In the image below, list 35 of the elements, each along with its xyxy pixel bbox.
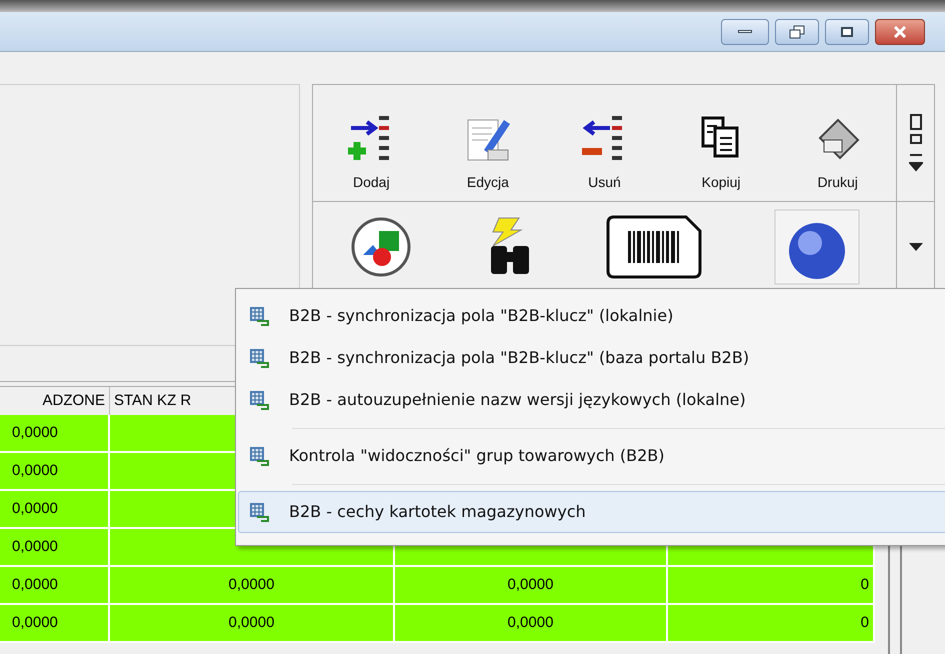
menu-item[interactable]: B2B - synchronizacja pola "B2B-klucz" (lokalnie) bbox=[238, 295, 945, 337]
restore-icon[interactable] bbox=[775, 18, 819, 44]
toolbar-button[interactable]: Edycja bbox=[460, 114, 516, 193]
menu-item[interactable]: Kontrola "widoczności" grup towarowych (B2B) bbox=[238, 435, 945, 477]
minimize-icon[interactable] bbox=[721, 18, 769, 44]
toolbar-button[interactable]: Usuń bbox=[576, 114, 632, 193]
table-cell-text: 0,0000 bbox=[508, 612, 554, 633]
puzzle-grid-icon bbox=[249, 390, 269, 410]
table-cell-text: 0,0000 bbox=[12, 498, 58, 519]
layout-icon[interactable] bbox=[908, 112, 922, 173]
menu-item[interactable]: B2B - cechy kartotek magazynowych bbox=[238, 491, 945, 533]
puzzle-grid-icon bbox=[249, 446, 269, 466]
toolbar-button[interactable]: Kopiuj bbox=[693, 114, 750, 193]
table-cell-text: 0,0000 bbox=[508, 574, 554, 595]
puzzle-grid-icon bbox=[249, 502, 269, 522]
close-icon[interactable] bbox=[875, 18, 925, 44]
table-cell-text: 0 bbox=[860, 612, 869, 633]
puzzle-grid-icon bbox=[249, 348, 269, 368]
maximize-icon[interactable] bbox=[825, 18, 869, 44]
table-cell-text: 0,0000 bbox=[12, 612, 58, 633]
table-cell-text: 0 bbox=[860, 574, 869, 595]
puzzle-grid-icon bbox=[249, 306, 269, 326]
table-cell-text: 0,0000 bbox=[12, 460, 58, 481]
barcode-icon[interactable] bbox=[606, 215, 702, 280]
menu-item[interactable]: B2B - synchronizacja pola "B2B-klucz" (baza portalu B2B) bbox=[238, 337, 945, 379]
globe-icon[interactable] bbox=[774, 209, 860, 286]
table-cell-text: 0,0000 bbox=[12, 536, 58, 557]
toolbar-button[interactable]: Drukuj bbox=[810, 114, 866, 193]
dropdown-arrow-icon[interactable] bbox=[908, 243, 922, 252]
table-cell-text: 0,0000 bbox=[228, 574, 274, 595]
table-cell-text: 0,0000 bbox=[228, 612, 274, 633]
shapes-icon[interactable] bbox=[348, 215, 413, 280]
toolbar-button[interactable]: Dodaj bbox=[343, 114, 400, 193]
table-cell-text: 0,0000 bbox=[12, 574, 58, 595]
table-cell-text: 0,0000 bbox=[12, 422, 58, 443]
